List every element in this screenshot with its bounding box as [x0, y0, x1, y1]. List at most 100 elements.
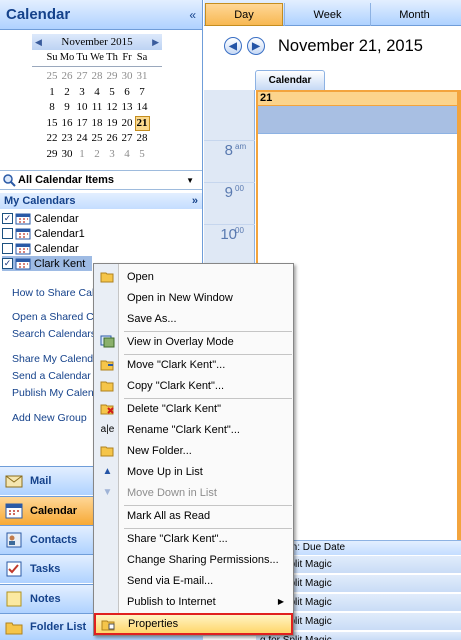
mini-calendar-day[interactable]: 26: [105, 131, 120, 147]
weekday-header: We: [90, 52, 104, 63]
mini-calendar-day[interactable]: 4: [120, 147, 135, 163]
menu-item-move[interactable]: Move "Clark Kent"...: [95, 354, 292, 375]
mini-calendar-day[interactable]: 25: [90, 131, 105, 147]
mini-calendar-day[interactable]: 1: [45, 85, 60, 101]
nav-button-label: Calendar: [30, 505, 78, 517]
mini-calendar-day[interactable]: 5: [105, 85, 120, 101]
mini-calendar-day[interactable]: 6: [120, 85, 135, 101]
hour-label: 8 am: [204, 140, 255, 180]
mini-calendar-day[interactable]: 27: [120, 131, 135, 147]
mini-calendar-day[interactable]: 21: [134, 115, 150, 131]
rename-icon: a|e: [100, 424, 115, 435]
mini-calendar-day[interactable]: 29: [105, 69, 120, 85]
mini-calendar-day[interactable]: 30: [60, 147, 75, 163]
all-day-area[interactable]: [258, 106, 461, 134]
mini-calendar-day[interactable]: 28: [90, 69, 105, 85]
back-arrow-icon[interactable]: ◀: [224, 37, 242, 55]
menu-item-mark-all-read[interactable]: Mark All as Read: [95, 505, 292, 526]
nav-link[interactable]: Publish My Calen: [12, 387, 94, 399]
nav-link[interactable]: Search Calendars: [12, 328, 96, 340]
calendar-checkbox[interactable]: [2, 228, 13, 239]
menu-item-rename[interactable]: a|e Rename "Clark Kent"...: [95, 419, 292, 440]
mini-calendar-day[interactable]: 27: [75, 69, 90, 85]
mini-calendar-day[interactable]: 2: [90, 147, 105, 163]
mini-calendar-day[interactable]: 29: [45, 147, 60, 163]
mini-calendar-day[interactable]: 18: [90, 116, 105, 132]
mini-calendar-day[interactable]: 16: [60, 116, 75, 132]
calendar-item[interactable]: ✓ Clark Kent: [2, 256, 92, 271]
mini-calendar-day[interactable]: 19: [105, 116, 120, 132]
mini-calendar-day[interactable]: 17: [75, 116, 90, 132]
mini-calendar-day[interactable]: 22: [45, 131, 60, 147]
mini-calendar-day[interactable]: 31: [135, 69, 150, 85]
calendar-checkbox[interactable]: [2, 243, 13, 254]
calendar-tab[interactable]: Calendar: [255, 70, 325, 90]
prev-month-button[interactable]: ◀: [35, 37, 42, 48]
mini-calendar-day[interactable]: 14: [135, 100, 150, 116]
menu-item-change-sharing[interactable]: Change Sharing Permissions...: [95, 549, 292, 570]
nav-link[interactable]: Share My Calend: [12, 353, 93, 365]
menu-item-open-new-window[interactable]: Open in New Window: [95, 287, 292, 308]
mini-calendar-day[interactable]: 23: [60, 131, 75, 147]
menu-item-delete[interactable]: Delete "Clark Kent": [95, 398, 292, 419]
mini-calendar-day[interactable]: 7: [135, 85, 150, 101]
nav-link[interactable]: Open a Shared C: [12, 311, 94, 323]
mini-calendar-day[interactable]: 8: [45, 100, 60, 116]
menu-item-properties[interactable]: Properties: [94, 613, 293, 635]
mini-calendar-day[interactable]: 28: [135, 131, 150, 147]
mini-calendar-day[interactable]: 11: [90, 100, 105, 116]
chevron-down-icon[interactable]: ▼: [186, 176, 194, 185]
copy-icon: [100, 378, 115, 393]
collapse-pane-button[interactable]: «: [189, 8, 196, 22]
calendar-item-label: Calendar: [34, 212, 79, 225]
mini-calendar-day[interactable]: 1: [75, 147, 90, 163]
day-header[interactable]: 21: [258, 90, 461, 106]
mini-calendar-day[interactable]: 5: [135, 147, 150, 163]
mini-calendar-day[interactable]: 4: [90, 85, 105, 101]
mini-calendar-day[interactable]: 3: [105, 147, 120, 163]
menu-item-save-as[interactable]: Save As...: [95, 308, 292, 329]
tab-week[interactable]: Week: [284, 3, 370, 26]
mini-calendar-day[interactable]: 3: [75, 85, 90, 101]
calendar-checkbox[interactable]: ✓: [2, 258, 13, 269]
mini-calendar-header: ◀ November 2015 ▶: [32, 34, 162, 50]
mini-calendar-day[interactable]: 30: [120, 69, 135, 85]
new-folder-icon: [100, 443, 115, 458]
mini-calendar-day[interactable]: 25: [45, 69, 60, 85]
tab-day[interactable]: Day: [205, 3, 283, 26]
tab-month[interactable]: Month: [370, 3, 458, 26]
my-calendars-label: My Calendars: [4, 195, 76, 207]
menu-item-share[interactable]: Share "Clark Kent"...: [95, 528, 292, 549]
mini-calendar-day[interactable]: 15: [45, 116, 60, 132]
calendar-item[interactable]: Calendar: [2, 241, 92, 256]
calendar-view-selector[interactable]: All Calendar Items ▼: [0, 170, 202, 190]
mini-calendar-day[interactable]: 9: [60, 100, 75, 116]
menu-item-new-folder[interactable]: New Folder...: [95, 440, 292, 461]
nav-link[interactable]: How to Share Cal: [12, 287, 94, 299]
calendar-item[interactable]: ✓ Calendar: [2, 211, 92, 226]
calendar-checkbox[interactable]: ✓: [2, 213, 13, 224]
mini-calendar-day[interactable]: 2: [60, 85, 75, 101]
mini-calendar-day[interactable]: 13: [120, 100, 135, 116]
calendar-item[interactable]: Calendar1: [2, 226, 92, 241]
next-month-button[interactable]: ▶: [152, 37, 159, 48]
menu-item-move-up[interactable]: ▲ Move Up in List: [95, 461, 292, 482]
mini-calendar-weekday-headers: Su Mo Tu We Th Fr Sa: [32, 51, 162, 65]
collapse-section-icon[interactable]: »: [192, 195, 198, 207]
menu-item-open[interactable]: Open: [95, 266, 292, 287]
menu-item-send-email[interactable]: Send via E-mail...: [95, 570, 292, 591]
mini-calendar-day[interactable]: 20: [120, 116, 135, 132]
nav-button-label: Folder List: [30, 621, 87, 633]
nav-link[interactable]: Send a Calendar v: [12, 370, 99, 382]
menu-item-publish[interactable]: Publish to Internet ▶: [95, 591, 292, 612]
menu-item-copy[interactable]: Copy "Clark Kent"...: [95, 375, 292, 396]
my-calendars-header[interactable]: My Calendars »: [0, 193, 202, 209]
menu-item-view-overlay[interactable]: View in Overlay Mode: [95, 331, 292, 352]
forward-arrow-icon[interactable]: ▶: [247, 37, 265, 55]
nav-link[interactable]: Add New Group: [12, 412, 87, 424]
mini-calendar-day[interactable]: 10: [75, 100, 90, 116]
mini-calendar-day[interactable]: 12: [105, 100, 120, 116]
mini-calendar-day[interactable]: 26: [60, 69, 75, 85]
nav-button-label: Tasks: [30, 563, 61, 575]
mini-calendar-day[interactable]: 24: [75, 131, 90, 147]
